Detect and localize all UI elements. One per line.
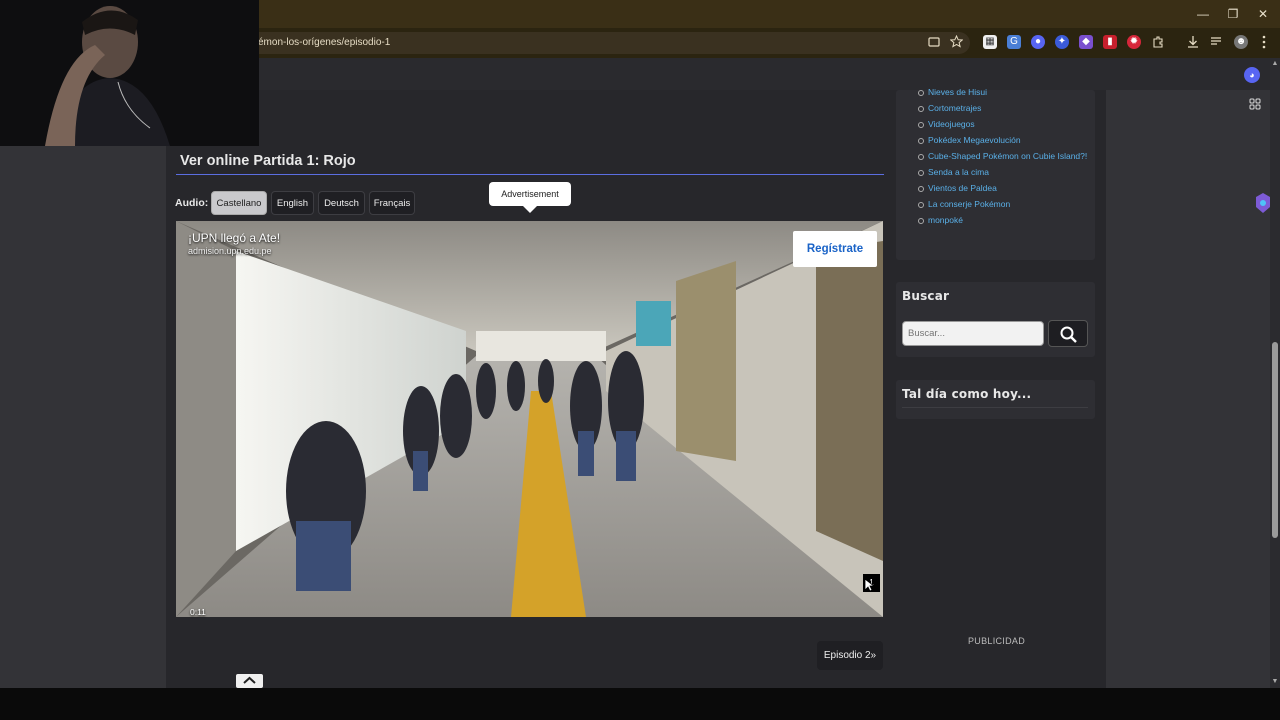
install-app-icon[interactable] [928, 36, 940, 48]
sidebar-link[interactable]: La conserje Pokémon [918, 196, 1087, 212]
audio-english-button[interactable]: English [271, 191, 314, 215]
sidebar-link[interactable]: Vientos de Paldea [918, 180, 1087, 196]
register-button[interactable]: Regístrate [793, 231, 877, 267]
audio-castellano-button[interactable]: Castellano [211, 191, 267, 215]
ad-url: admision.upn.edu.pe [188, 246, 272, 256]
webcam-overlay [0, 0, 259, 146]
grid-settings-icon[interactable] [1249, 98, 1261, 110]
scrollbar-thumb[interactable] [1272, 342, 1278, 538]
ad-video-frame [176, 221, 883, 617]
extensions-puzzle-icon[interactable] [1151, 35, 1165, 49]
video-time: 0:11 [190, 607, 206, 617]
discord-extension-icon[interactable]: ● [1031, 35, 1045, 49]
close-icon[interactable]: ✕ [1248, 4, 1278, 24]
episode-title: Ver online Partida 1: Rojo [180, 153, 356, 169]
sidebar-link[interactable]: Cortometrajes [918, 100, 1087, 116]
title-underline [176, 174, 884, 175]
audio-francais-button[interactable]: Français [369, 191, 415, 215]
widget-divider [902, 407, 1088, 408]
star-bookmark-icon[interactable] [950, 35, 963, 48]
translate-extension-icon[interactable]: G [1007, 35, 1021, 49]
profile-avatar-icon[interactable]: ☻ [1234, 35, 1248, 49]
browser-menu-icon[interactable] [1261, 35, 1267, 49]
sidebar-link[interactable]: monpoké [918, 212, 1087, 228]
search-input[interactable] [902, 321, 1044, 346]
sidebar-link[interactable]: Cube-Shaped Pokémon on Cubie Island?! [918, 148, 1087, 164]
sidebar-links-list: Nieves de Hisui Cortometrajes Videojuego… [918, 84, 1087, 228]
search-button[interactable] [1048, 320, 1088, 347]
sidebar-link[interactable]: Pokédex Megaevolución [918, 132, 1087, 148]
sidebar-link[interactable]: Senda a la cima [918, 164, 1087, 180]
scroll-to-top-button[interactable] [236, 674, 263, 688]
ad-label: PUBLICIDAD [968, 636, 1026, 646]
audio-deutsch-button[interactable]: Deutsch [318, 191, 365, 215]
url-text[interactable]: émon-los-orígenes/episodio-1 [258, 37, 390, 48]
extension-red-icon[interactable]: ▮ [1103, 35, 1117, 49]
sidebar-link[interactable]: Nieves de Hisui [918, 84, 1087, 100]
minimize-icon[interactable]: — [1188, 4, 1218, 24]
download-icon[interactable] [1186, 35, 1200, 49]
extension-star-icon[interactable]: ✦ [1055, 35, 1069, 49]
chevron-up-icon [243, 676, 256, 684]
on-this-day-title: Tal día como hoy... [902, 387, 1032, 401]
maximize-icon[interactable]: ❐ [1218, 4, 1248, 24]
taskbar [0, 688, 1280, 720]
discord-bookmark-icon[interactable]: ◕ [1244, 67, 1260, 83]
audio-label: Audio: [175, 197, 209, 209]
extension-1-icon[interactable]: ▦ [983, 35, 997, 49]
scroll-down-icon[interactable]: ▼ [1271, 678, 1279, 685]
media-queue-icon[interactable] [1210, 35, 1224, 49]
mouse-cursor-icon [864, 578, 874, 592]
search-widget-title: Buscar [902, 289, 950, 303]
search-icon [1060, 326, 1077, 343]
webcam-person-image [0, 0, 259, 146]
extension-purple-icon[interactable]: ◆ [1079, 35, 1093, 49]
ad-headline: ¡UPN llegó a Ate! [188, 231, 281, 245]
scroll-up-icon[interactable]: ▲ [1271, 60, 1279, 67]
tooltip-arrow [523, 206, 537, 213]
sidebar-link[interactable]: Videojuegos [918, 116, 1087, 132]
next-episode-button[interactable]: Episodio 2» [817, 641, 883, 670]
extension-ublock-icon[interactable]: ✹ [1127, 35, 1141, 49]
advertisement-tooltip: Advertisement [489, 182, 571, 206]
video-player[interactable] [176, 221, 883, 617]
